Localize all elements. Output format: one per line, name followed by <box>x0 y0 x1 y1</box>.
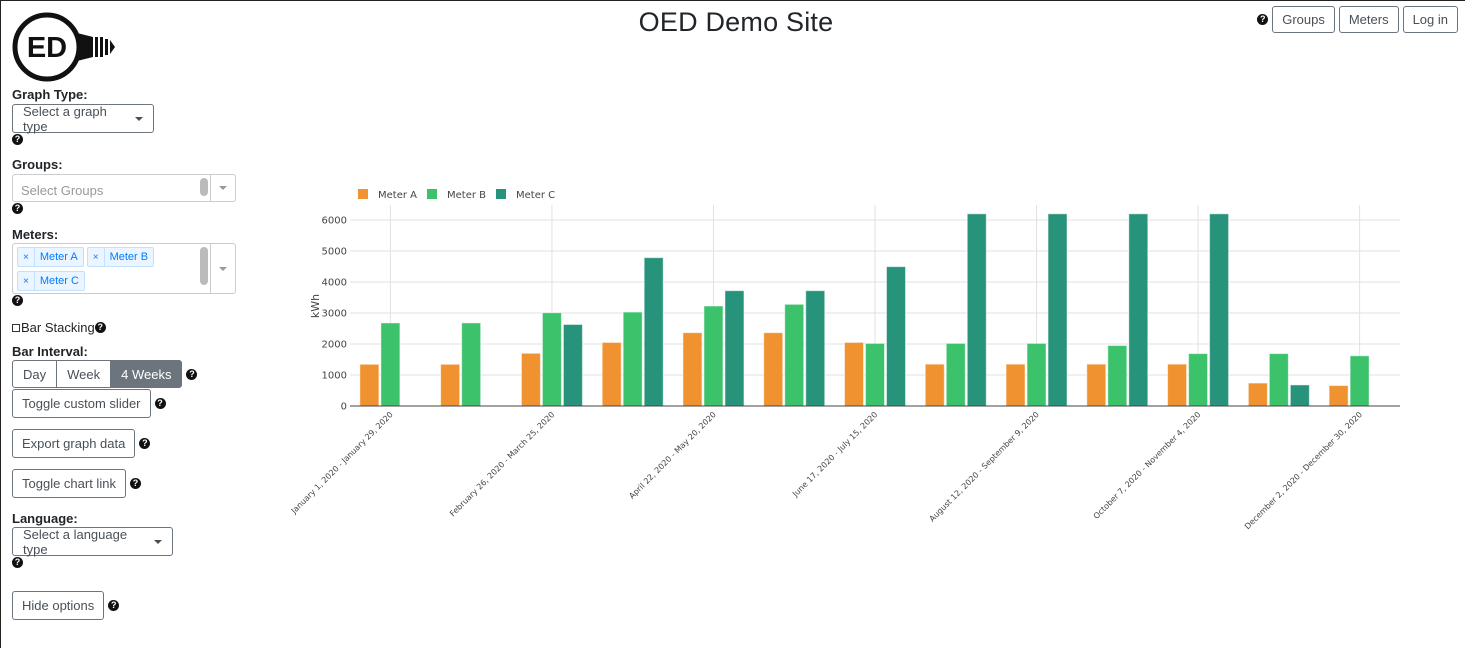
bar-meter-a <box>1328 385 1349 407</box>
y-tick-label: 2000 <box>322 340 347 351</box>
bar-meter-c <box>1128 213 1149 407</box>
bar-meter-a <box>1005 363 1026 407</box>
bar-meter-a <box>844 341 864 407</box>
legend-label: Meter B <box>447 190 486 201</box>
bar-meter-a <box>1167 363 1188 407</box>
x-tick-label: August 12, 2020 - September 9, 2020 <box>928 410 1041 523</box>
x-tick-label: June 17, 2020 - July 15, 2020 <box>790 410 879 499</box>
legend-swatch <box>358 189 368 199</box>
legend-swatch <box>427 189 437 199</box>
bar-meter-b <box>945 342 966 407</box>
bar-meter-c <box>562 323 583 407</box>
x-tick-label: February 26, 2020 - March 25, 2020 <box>448 410 556 518</box>
x-tick-label: January 1, 2020 - January 29, 2020 <box>289 410 395 516</box>
bar-meter-b <box>622 311 643 407</box>
bar-meter-a <box>359 363 380 407</box>
bar-meter-c <box>805 290 826 407</box>
bar-meter-b <box>865 342 885 407</box>
bar-meter-b <box>461 322 482 407</box>
bar-meter-b <box>1026 342 1047 407</box>
legend-label: Meter A <box>378 190 417 201</box>
bar-meter-c <box>1047 213 1068 407</box>
x-tick-label: April 22, 2020 - May 20, 2020 <box>627 410 718 501</box>
x-tick-label: December 2, 2020 - December 30, 2020 <box>1243 410 1364 531</box>
bar-meter-c <box>1289 384 1310 407</box>
bar-meter-b <box>541 312 562 407</box>
bar-meter-b <box>1349 355 1370 407</box>
y-axis-label: kWh <box>309 294 322 318</box>
y-tick-label: 3000 <box>322 309 347 320</box>
bar-meter-b <box>1268 353 1289 407</box>
bar-meter-a <box>601 341 622 407</box>
bar-meter-a <box>440 363 461 407</box>
bar-meter-b <box>380 322 401 407</box>
bar-meter-a <box>682 332 703 407</box>
y-tick-label: 6000 <box>322 216 347 227</box>
bar-meter-a <box>520 352 541 407</box>
bar-meter-b <box>1188 353 1209 407</box>
bar-chart: 0 1000 2000 3000 4000 5000 6000 January 1, 2020… <box>289 189 1400 531</box>
y-tick-label: 0 <box>341 402 347 413</box>
bar-meter-a <box>924 363 945 407</box>
bar-meter-c <box>886 266 906 407</box>
bar-meter-c <box>966 213 987 407</box>
bars <box>359 213 1370 407</box>
bar-meter-b <box>1107 345 1128 407</box>
bar-meter-c <box>1209 213 1230 407</box>
bar-meter-c <box>643 257 664 407</box>
bar-meter-b <box>703 305 724 407</box>
bar-meter-a <box>763 332 784 407</box>
x-tick-label: October 7, 2020 - November 4, 2020 <box>1092 410 1203 521</box>
legend-swatch <box>496 189 506 199</box>
bar-meter-a <box>1086 363 1107 407</box>
legend-label: Meter C <box>516 190 555 201</box>
bar-meter-c <box>724 290 745 407</box>
bar-meter-b <box>784 303 805 407</box>
legend: Meter A Meter B Meter C <box>358 189 555 201</box>
y-tick-label: 4000 <box>322 278 347 289</box>
bar-meter-a <box>1247 382 1268 407</box>
y-tick-label: 5000 <box>322 247 347 258</box>
y-tick-label: 1000 <box>322 371 347 382</box>
